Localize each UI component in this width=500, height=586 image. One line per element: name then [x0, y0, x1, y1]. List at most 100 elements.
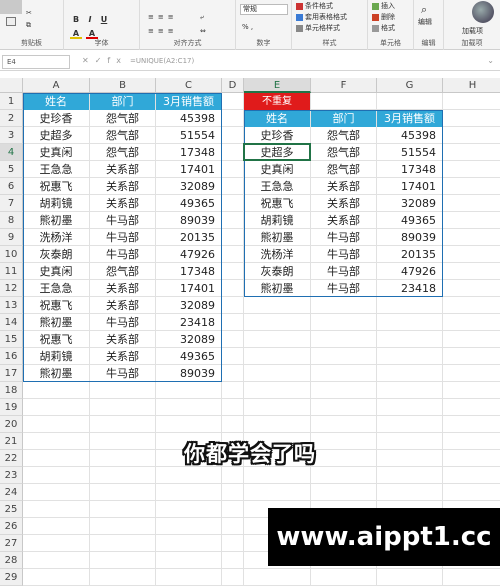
column-header-d[interactable]: D [222, 78, 244, 93]
left-table-cell[interactable]: 关系部 [90, 297, 155, 314]
right-table-cell[interactable]: 45398 [377, 127, 442, 144]
right-table-cell[interactable]: 怨气部 [311, 144, 376, 161]
left-table-cell[interactable]: 89039 [156, 365, 221, 382]
addins-button[interactable]: 加载项 [462, 26, 483, 36]
formula-input[interactable]: =UNIQUE(A2:C17) [130, 57, 194, 65]
row-header-29[interactable]: 29 [0, 569, 23, 586]
name-box[interactable]: E4 [2, 55, 70, 69]
table-format-button[interactable]: 套用表格格式 [296, 12, 347, 22]
editing-button[interactable]: 编辑 [418, 17, 432, 27]
row-header-25[interactable]: 25 [0, 501, 23, 518]
row-header-24[interactable]: 24 [0, 484, 23, 501]
left-table-cell[interactable]: 关系部 [90, 161, 155, 178]
row-header-8[interactable]: 8 [0, 212, 23, 229]
right-table-cell[interactable]: 关系部 [311, 178, 376, 195]
align-icons-top[interactable]: ≡≡≡ [148, 12, 178, 22]
right-table-cell[interactable]: 32089 [377, 195, 442, 212]
right-table-cell[interactable]: 牛马部 [311, 246, 376, 263]
row-header-3[interactable]: 3 [0, 127, 23, 144]
right-table-cell[interactable]: 灰泰朗 [244, 263, 310, 280]
right-table-cell[interactable]: 怨气部 [311, 127, 376, 144]
left-table-cell[interactable]: 49365 [156, 195, 221, 212]
right-table-cell[interactable]: 熊初墨 [244, 280, 310, 297]
left-table-cell[interactable]: 关系部 [90, 178, 155, 195]
right-table-cell[interactable]: 关系部 [311, 195, 376, 212]
conditional-format-button[interactable]: 条件格式 [296, 1, 333, 11]
left-table-cell[interactable]: 45398 [156, 110, 221, 127]
right-table-cell[interactable]: 关系部 [311, 212, 376, 229]
left-table-cell[interactable]: 史真闲 [23, 263, 89, 280]
row-header-5[interactable]: 5 [0, 161, 23, 178]
underline-button[interactable]: U [98, 14, 110, 25]
left-table-cell[interactable]: 23418 [156, 314, 221, 331]
expand-formula-icon[interactable]: ⌄ [487, 56, 494, 65]
column-header-a[interactable]: A [23, 78, 90, 93]
right-table-cell[interactable]: 史真闲 [244, 161, 310, 178]
left-table-cell[interactable]: 王急急 [23, 161, 89, 178]
row-header-14[interactable]: 14 [0, 314, 23, 331]
number-format-select[interactable]: 常规 [240, 4, 288, 15]
right-table-cell[interactable]: 23418 [377, 280, 442, 297]
row-header-2[interactable]: 2 [0, 110, 23, 127]
right-table-cell[interactable]: 20135 [377, 246, 442, 263]
copy-icon[interactable]: ⧉ [26, 20, 31, 30]
left-table-cell[interactable]: 史超多 [23, 127, 89, 144]
right-table-cell[interactable]: 89039 [377, 229, 442, 246]
right-table-cell[interactable]: 怨气部 [311, 161, 376, 178]
left-table-cell[interactable]: 灰泰朗 [23, 246, 89, 263]
right-table-header-cell[interactable]: 姓名 [244, 110, 310, 127]
right-table-cell[interactable]: 祝惠飞 [244, 195, 310, 212]
row-header-23[interactable]: 23 [0, 467, 23, 484]
left-table-cell[interactable]: 17401 [156, 280, 221, 297]
left-table-cell[interactable]: 20135 [156, 229, 221, 246]
right-table-header-cell[interactable]: 部门 [311, 110, 376, 127]
right-table-cell[interactable]: 17348 [377, 161, 442, 178]
left-table-cell[interactable]: 胡莉镜 [23, 348, 89, 365]
left-table-header-cell[interactable]: 部门 [90, 93, 155, 110]
right-table-cell[interactable]: 史超多 [244, 144, 310, 161]
column-header-h[interactable]: H [443, 78, 500, 93]
left-table-cell[interactable]: 51554 [156, 127, 221, 144]
wrap-text-icon[interactable]: ⤶ [200, 12, 204, 22]
right-table-header-cell[interactable]: 3月销售额 [377, 110, 442, 127]
cell-style-button[interactable]: 单元格样式 [296, 23, 340, 33]
row-header-17[interactable]: 17 [0, 365, 23, 382]
select-all-corner[interactable] [0, 78, 23, 93]
percent-icon[interactable]: % , [242, 22, 253, 32]
left-table-cell[interactable]: 洗杨洋 [23, 229, 89, 246]
row-header-13[interactable]: 13 [0, 297, 23, 314]
left-table-header-cell[interactable]: 3月销售额 [156, 93, 221, 110]
row-header-6[interactable]: 6 [0, 178, 23, 195]
row-header-16[interactable]: 16 [0, 348, 23, 365]
left-table-cell[interactable]: 熊初墨 [23, 314, 89, 331]
align-icons-bottom[interactable]: ≡≡≡ [148, 26, 178, 36]
left-table-cell[interactable]: 胡莉镜 [23, 195, 89, 212]
left-table-cell[interactable]: 牛马部 [90, 246, 155, 263]
insert-button[interactable]: 插入 [372, 1, 395, 11]
row-header-1[interactable]: 1 [0, 93, 23, 110]
left-table-cell[interactable]: 牛马部 [90, 229, 155, 246]
left-table-header-cell[interactable]: 姓名 [23, 93, 89, 110]
right-table-cell[interactable]: 王急急 [244, 178, 310, 195]
left-table-cell[interactable]: 怨气部 [90, 263, 155, 280]
left-table-cell[interactable]: 47926 [156, 246, 221, 263]
left-table-cell[interactable]: 17348 [156, 144, 221, 161]
row-header-20[interactable]: 20 [0, 416, 23, 433]
row-header-28[interactable]: 28 [0, 552, 23, 569]
column-header-b[interactable]: B [90, 78, 156, 93]
left-table-cell[interactable]: 牛马部 [90, 314, 155, 331]
left-table-cell[interactable]: 17401 [156, 161, 221, 178]
left-table-cell[interactable]: 牛马部 [90, 212, 155, 229]
cancel-icon[interactable]: ✕ [82, 56, 95, 65]
row-header-4[interactable]: 4 [0, 144, 23, 161]
right-table-cell[interactable]: 牛马部 [311, 263, 376, 280]
right-table-cell[interactable]: 洗杨洋 [244, 246, 310, 263]
column-header-e[interactable]: E [244, 78, 311, 93]
right-table-cell[interactable]: 牛马部 [311, 229, 376, 246]
right-table-cell[interactable]: 51554 [377, 144, 442, 161]
italic-button[interactable]: I [84, 14, 96, 25]
row-header-19[interactable]: 19 [0, 399, 23, 416]
left-table-cell[interactable]: 关系部 [90, 280, 155, 297]
left-table-cell[interactable]: 49365 [156, 348, 221, 365]
left-table-cell[interactable]: 89039 [156, 212, 221, 229]
